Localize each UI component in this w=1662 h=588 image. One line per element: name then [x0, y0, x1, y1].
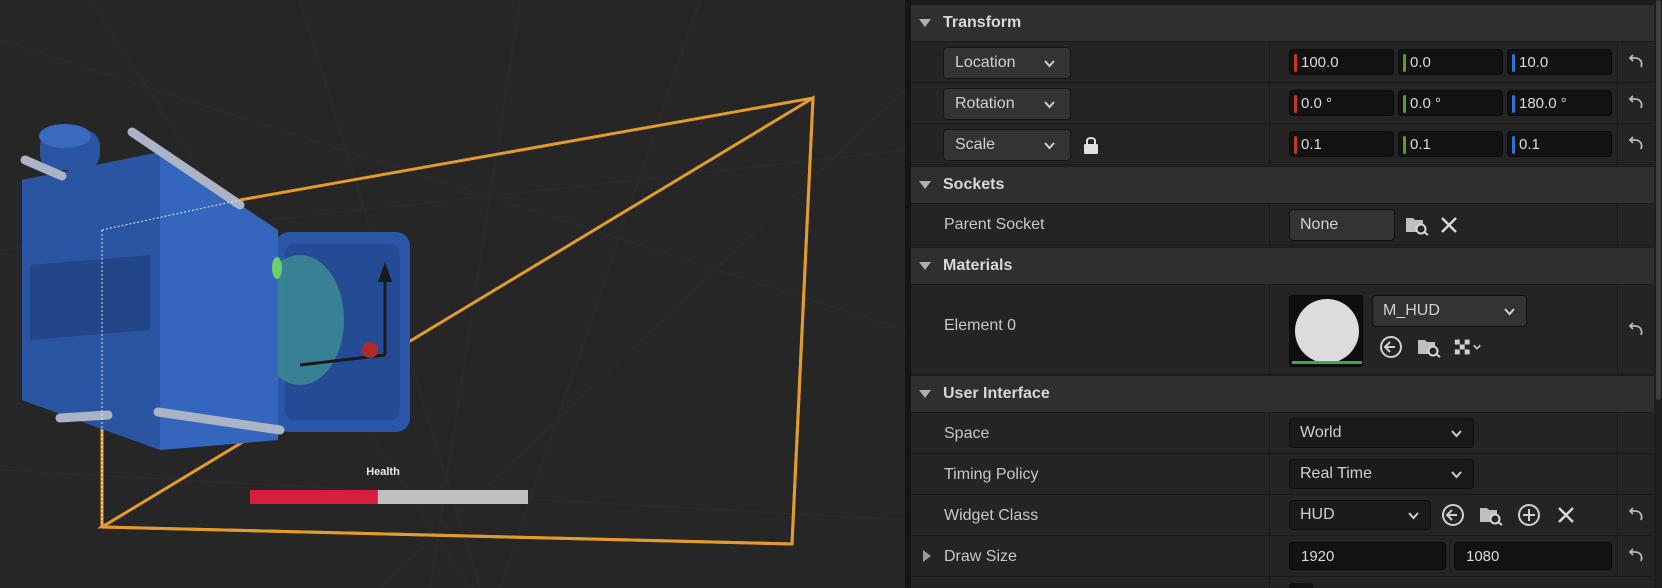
location-x-field[interactable]: 100.0 [1289, 49, 1394, 75]
rotation-x-field[interactable]: 0.0 ° [1289, 90, 1394, 116]
category-transform[interactable]: Transform [911, 4, 1654, 42]
reset-to-default-icon[interactable] [1617, 124, 1654, 164]
parent-socket-field[interactable]: None [1289, 209, 1395, 241]
scale-z-field[interactable]: 0.1 [1507, 131, 1612, 157]
category-title: User Interface [943, 385, 1050, 402]
health-bar-fill [250, 490, 378, 504]
level-viewport[interactable]: Health [0, 0, 905, 588]
property-row-location: Location 100.0 0.0 10.0 [911, 42, 1654, 83]
chevron-down-icon [1451, 471, 1462, 479]
reset-cell [1617, 454, 1654, 494]
scale-x-field[interactable]: 0.1 [1289, 131, 1394, 157]
property-row-scale: Scale 0.1 0.1 0.1 [911, 124, 1654, 165]
scale-label: Scale [955, 136, 996, 153]
reset-to-default-icon[interactable] [1617, 42, 1654, 82]
chevron-down-icon [1451, 430, 1462, 438]
scale-mode-dropdown[interactable]: Scale [943, 129, 1071, 161]
details-panel: Transform Location 100.0 0.0 10.0 Rotati… [911, 0, 1662, 588]
chevron-down-icon [1044, 142, 1055, 150]
use-selected-asset-icon[interactable] [1377, 333, 1405, 361]
rotation-label: Rotation [955, 95, 1015, 112]
property-row-rotation: Rotation 0.0 ° 0.0 ° 180.0 ° [911, 83, 1654, 124]
reset-to-default-icon[interactable] [1617, 83, 1654, 123]
category-materials[interactable]: Materials [911, 247, 1654, 285]
draw-size-y-field[interactable]: 1080 [1454, 542, 1612, 570]
add-class-icon[interactable] [1515, 501, 1543, 529]
widget-health-label: Health [366, 466, 400, 478]
reset-to-default-icon[interactable] [1617, 285, 1654, 374]
location-z-field[interactable]: 10.0 [1507, 49, 1612, 75]
draw-size-label: Draw Size [944, 548, 1017, 565]
chevron-down-icon [1044, 60, 1055, 68]
clear-class-icon[interactable] [1552, 501, 1580, 529]
expand-arrow-icon[interactable] [923, 550, 931, 562]
property-row-next [911, 577, 1654, 588]
category-title: Transform [943, 14, 1022, 31]
material-options-icon[interactable] [1454, 333, 1482, 361]
timing-policy-label: Timing Policy [944, 466, 1039, 483]
scale-y-field[interactable]: 0.1 [1398, 131, 1503, 157]
browse-class-icon[interactable] [1477, 501, 1505, 529]
use-selected-class-icon[interactable] [1439, 501, 1467, 529]
chevron-down-icon [1408, 512, 1419, 520]
chevron-down-icon [1044, 101, 1055, 109]
reset-to-default-icon[interactable] [1617, 495, 1654, 535]
property-row-element-0: Element 0 M_HUD [911, 285, 1654, 375]
rotation-y-field[interactable]: 0.0 ° [1398, 90, 1503, 116]
reset-cell [1617, 204, 1654, 245]
category-user-interface[interactable]: User Interface [911, 375, 1654, 413]
widget-class-dropdown[interactable]: HUD [1289, 500, 1431, 530]
mesh-object[interactable] [20, 124, 410, 450]
element-0-label: Element 0 [944, 317, 1017, 334]
clear-socket-icon[interactable] [1435, 211, 1463, 239]
rotation-z-field[interactable]: 180.0 ° [1507, 90, 1612, 116]
lock-icon[interactable] [1077, 131, 1105, 159]
collapse-arrow-icon[interactable] [919, 19, 931, 27]
browse-socket-icon[interactable] [1403, 211, 1431, 239]
property-row-timing-policy: Timing Policy Real Time [911, 454, 1654, 495]
reset-cell [1617, 413, 1654, 453]
property-row-draw-size: Draw Size 1920 1080 [911, 536, 1654, 577]
material-dropdown[interactable]: M_HUD [1372, 295, 1527, 327]
collapse-arrow-icon[interactable] [919, 390, 931, 398]
property-row-parent-socket: Parent Socket None [911, 204, 1654, 246]
parent-socket-label: Parent Socket [944, 216, 1045, 233]
category-title: Sockets [943, 176, 1005, 193]
category-sockets[interactable]: Sockets [911, 166, 1654, 204]
browse-asset-icon[interactable] [1415, 333, 1443, 361]
category-title: Materials [943, 257, 1013, 274]
location-y-field[interactable]: 0.0 [1398, 49, 1503, 75]
chevron-down-icon [1504, 308, 1515, 316]
property-row-widget-class: Widget Class HUD [911, 495, 1654, 536]
reset-to-default-icon[interactable] [1617, 536, 1654, 576]
location-label: Location [955, 54, 1016, 71]
timing-policy-dropdown[interactable]: Real Time [1289, 459, 1474, 489]
details-scrollbar[interactable] [1654, 0, 1662, 588]
collapse-arrow-icon[interactable] [919, 181, 931, 189]
rotation-mode-dropdown[interactable]: Rotation [943, 88, 1071, 120]
location-mode-dropdown[interactable]: Location [943, 47, 1071, 79]
draw-size-x-field[interactable]: 1920 [1289, 542, 1446, 570]
collapse-arrow-icon[interactable] [919, 262, 931, 270]
property-row-space: Space World [911, 413, 1654, 454]
viewport-scene: Health [0, 0, 905, 588]
widget-class-label: Widget Class [944, 507, 1039, 524]
space-dropdown[interactable]: World [1289, 418, 1474, 448]
space-label: Space [944, 425, 990, 442]
